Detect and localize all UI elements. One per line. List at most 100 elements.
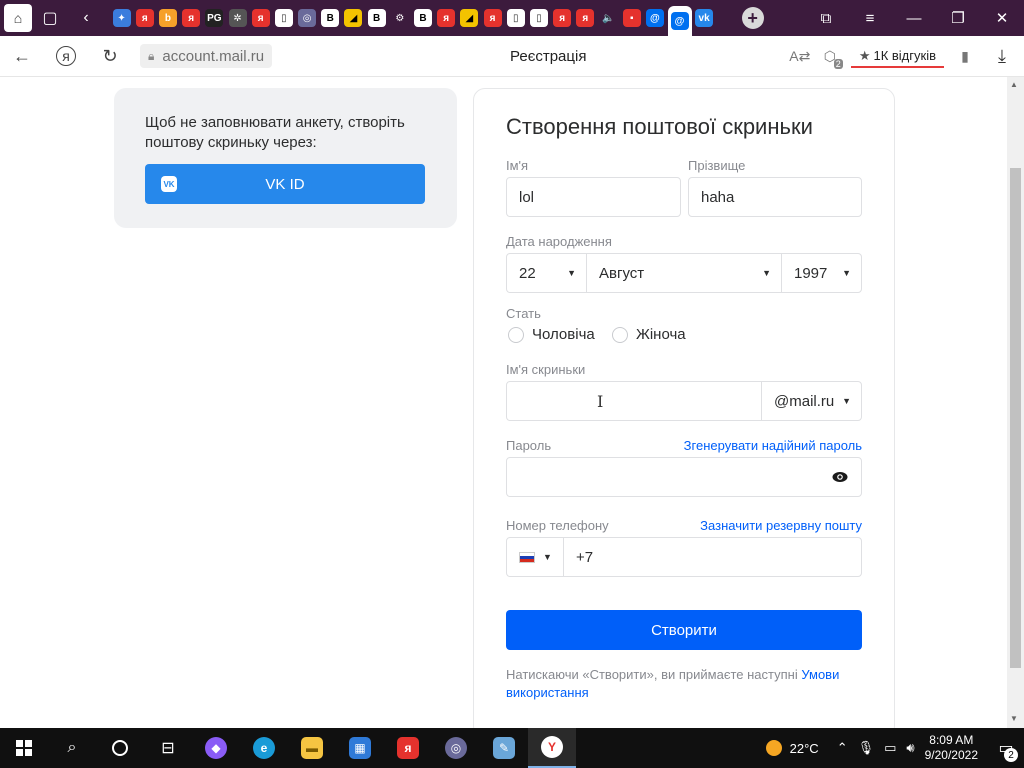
mail-at-icon: @	[670, 12, 689, 30]
spiral-app-icon[interactable]: ◎	[432, 728, 480, 768]
tab-wheel-icon[interactable]: ✲	[228, 9, 247, 27]
tab-b[interactable]: В	[367, 9, 386, 27]
edge-app-icon[interactable]: e	[240, 728, 288, 768]
scrollbar-thumb[interactable]	[1010, 168, 1021, 668]
paint-app-icon[interactable]: ✎	[480, 728, 528, 768]
file-explorer-icon[interactable]: ▬	[288, 728, 336, 768]
volume-icon[interactable]: 🔊︎	[906, 740, 914, 756]
yandex-logo-icon[interactable]: я	[44, 36, 88, 77]
tab-spiral-icon[interactable]: ◎	[298, 9, 317, 27]
clock-time: 8:09 AM	[929, 733, 974, 747]
network-icon[interactable]: ▭	[884, 740, 896, 756]
tab-active-mail[interactable]: @	[667, 6, 692, 36]
password-input[interactable]	[506, 457, 862, 497]
scroll-up-icon[interactable]: ▲	[1010, 80, 1018, 89]
bookmark-icon[interactable]: ▮	[950, 36, 980, 77]
tab-yandex[interactable]: я	[182, 9, 201, 27]
backup-email-link[interactable]: Зазначити резервну пошту	[700, 518, 862, 533]
url-text: account.mail.ru	[162, 47, 265, 65]
url-field[interactable]: 🔒︎ account.mail.ru	[140, 44, 273, 68]
birth-month-select[interactable]: Август ▼	[586, 253, 782, 293]
search-icon[interactable]: ⌕	[48, 728, 96, 768]
back-arrow-icon[interactable]: ←	[0, 36, 44, 77]
mailbox-name-input[interactable]: I	[506, 381, 762, 421]
scroll-down-icon[interactable]: ▼	[1010, 714, 1018, 723]
birth-day-value: 22	[519, 264, 536, 282]
scroll-tabs-left-icon[interactable]: ‹	[68, 0, 104, 36]
tab-yandex[interactable]: я	[483, 9, 502, 27]
tab-pg[interactable]: PG	[205, 9, 224, 27]
extensions-icon[interactable]: ⬡ 2	[815, 36, 845, 77]
mail-domain-select[interactable]: @mail.ru ▼	[761, 381, 862, 421]
clock-date: 9/20/2022	[924, 748, 978, 762]
gender-female-radio[interactable]: Жіноча	[612, 326, 686, 343]
restore-icon[interactable]: ❐	[936, 0, 980, 36]
yandex-app-icon[interactable]: я	[384, 728, 432, 768]
windows-start-icon[interactable]	[0, 728, 48, 768]
windows-taskbar: ⌕ ⊟ ◆ e ▬ ▦ я ◎ ✎ Y 22°C ⌃ 🎙︎ ▭ 🔊︎ 8:09 …	[0, 728, 1024, 768]
tab-yandex[interactable]: я	[437, 9, 456, 27]
tab-yandex[interactable]: я	[135, 9, 154, 27]
tab-yellow-icon[interactable]: ◢	[460, 9, 479, 27]
create-button[interactable]: Створити	[506, 610, 862, 650]
tab-red-icon[interactable]: ▪	[622, 9, 641, 27]
microphone-icon[interactable]: 🎙︎	[858, 740, 875, 756]
weather-temp[interactable]: 22°C	[790, 741, 819, 756]
close-icon[interactable]: ✕	[980, 0, 1024, 36]
alice-app-icon[interactable]: ◆	[192, 728, 240, 768]
translate-icon[interactable]: A⇄	[785, 36, 815, 77]
new-tab-page-icon[interactable]: ▢	[32, 0, 68, 36]
tab-b[interactable]: В	[321, 9, 340, 27]
task-view-icon[interactable]: ⊟	[144, 728, 192, 768]
notifications-icon[interactable]: ▭2	[988, 738, 1024, 762]
menu-icon[interactable]: ≡	[848, 0, 892, 36]
chevron-down-icon: ▼	[842, 268, 851, 278]
tab-vk-icon[interactable]: vk	[695, 9, 714, 27]
yandex-browser-taskbar-icon[interactable]: Y	[528, 728, 576, 768]
minimize-icon[interactable]: —	[892, 0, 936, 36]
vk-id-button[interactable]: VK VK ID	[145, 164, 425, 204]
tab-settings-icon[interactable]: ⚙	[391, 9, 409, 27]
first-name-label: Ім'я	[506, 158, 529, 173]
show-password-eye-icon[interactable]	[832, 469, 848, 485]
tab-yandex[interactable]: я	[576, 9, 595, 27]
russia-flag-icon	[519, 551, 535, 563]
weather-sun-icon[interactable]	[765, 740, 782, 756]
new-tab-button[interactable]: +	[741, 7, 764, 29]
store-app-icon[interactable]: ▦	[336, 728, 384, 768]
cortana-icon[interactable]	[96, 728, 144, 768]
lock-icon[interactable]: 🔒︎	[148, 49, 154, 64]
tab-yellow-icon[interactable]: ◢	[344, 9, 363, 27]
tab-document-icon[interactable]: ▯	[506, 9, 525, 27]
collections-icon[interactable]: ⧉	[804, 0, 848, 36]
reviews-label: 1К відгуків	[873, 48, 936, 63]
radio-circle-icon	[508, 326, 524, 343]
home-icon[interactable]: ⌂	[4, 4, 32, 32]
birth-year-select[interactable]: 1997 ▼	[781, 253, 862, 293]
birth-day-select[interactable]: 22 ▼	[506, 253, 587, 293]
country-code-select[interactable]: ▼	[506, 537, 564, 577]
tab-mail-icon[interactable]: @	[645, 9, 664, 27]
chevron-down-icon: ▼	[543, 552, 552, 562]
tab-document-icon[interactable]: ▯	[529, 9, 548, 27]
star-icon: ★	[858, 47, 871, 63]
reviews-button[interactable]: ★ 1К відгуків	[850, 46, 944, 68]
download-icon[interactable]: ⤓	[980, 36, 1024, 77]
tab-yandex[interactable]: я	[553, 9, 572, 27]
generate-password-link[interactable]: Згенерувати надійний пароль	[684, 438, 862, 453]
first-name-field[interactable]: lol	[506, 177, 681, 217]
tab-orange-icon[interactable]: b	[158, 9, 177, 27]
last-name-field[interactable]: haha	[688, 177, 862, 217]
clock[interactable]: 8:09 AM 9/20/2022	[925, 733, 978, 763]
tab-audio-icon[interactable]: 🔈	[600, 9, 618, 27]
birth-date-label: Дата народження	[506, 234, 612, 249]
tab-document-icon[interactable]: ▯	[274, 9, 293, 27]
reload-icon[interactable]: ↻	[88, 36, 132, 77]
tab-game-icon[interactable]: ✦	[112, 9, 131, 27]
gender-male-radio[interactable]: Чоловіча	[508, 326, 595, 343]
phone-input[interactable]: +7	[563, 537, 862, 577]
browser-tab-strip: ⌂ ▢ ‹ ✦ я b я PG ✲ я ▯ ◎ В ◢ В ⚙ В я ◢ я…	[0, 0, 1024, 36]
chevron-up-icon[interactable]: ⌃	[837, 740, 848, 756]
tab-b[interactable]: В	[414, 9, 433, 27]
tab-yandex[interactable]: я	[251, 9, 270, 27]
